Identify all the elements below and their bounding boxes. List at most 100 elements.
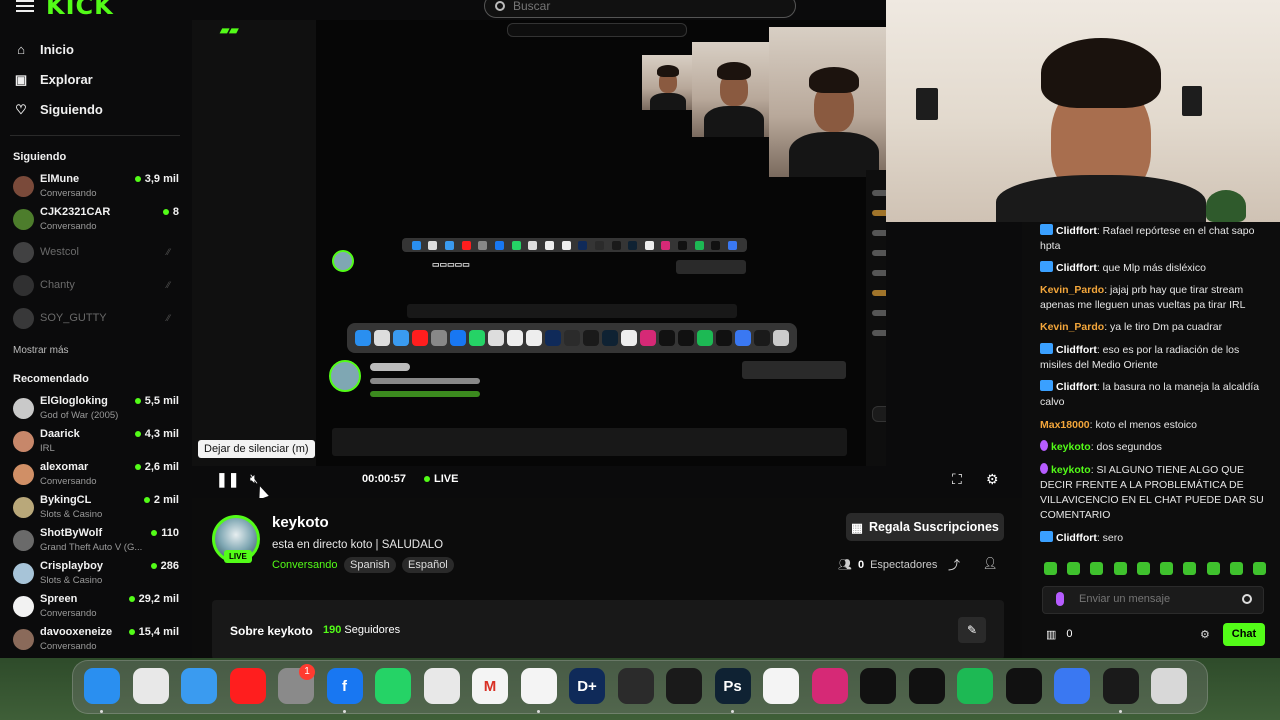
gift-subscriptions-button[interactable]: ▦ Regala Suscripciones: [846, 513, 1004, 541]
following-channel-offline[interactable]: SOY_GUTTY ⁄⁄: [13, 305, 181, 335]
mic-badge-icon: [1040, 440, 1048, 451]
chat-user[interactable]: Clidffort: [1056, 381, 1097, 393]
avatar: [13, 176, 34, 197]
tag-spanish[interactable]: Spanish: [344, 557, 396, 573]
emote-icon[interactable]: [1067, 562, 1081, 575]
emote-icon[interactable]: [1160, 562, 1174, 575]
chatgpt-icon[interactable]: [908, 668, 945, 704]
trash-icon[interactable]: [1151, 668, 1187, 704]
kick-logo[interactable]: KICK: [46, 0, 114, 20]
recommended-channel[interactable]: alexomar Conversando 2,6 mil: [13, 461, 181, 491]
microphone-icon[interactable]: [1056, 592, 1064, 606]
chat-input-box[interactable]: [1042, 586, 1264, 614]
youtube-icon[interactable]: [229, 668, 266, 704]
chat-send-button[interactable]: Chat: [1223, 623, 1265, 646]
davinci-icon[interactable]: [617, 668, 654, 704]
channel-game: IRL: [40, 443, 55, 454]
unmute-button[interactable]: 🔇︎: [250, 470, 258, 488]
photoshop-icon[interactable]: Ps: [714, 668, 751, 704]
chat-user[interactable]: keykoto: [1051, 441, 1091, 453]
roblox-icon[interactable]: [1054, 668, 1090, 704]
following-channel-offline[interactable]: Westcol ⁄⁄: [13, 239, 181, 269]
viewer-count-text: 286: [160, 560, 179, 572]
safari-icon[interactable]: [181, 668, 217, 704]
stream-category[interactable]: Conversando: [272, 559, 337, 571]
chat-user[interactable]: Kevin_Pardo: [1040, 321, 1104, 333]
fullscreen-button[interactable]: ⛶: [952, 470, 962, 488]
chat-user[interactable]: Max18000: [1040, 419, 1090, 431]
tiktok-icon[interactable]: [1005, 668, 1042, 704]
whatsapp-icon[interactable]: [375, 668, 411, 704]
share-button[interactable]: ⤴: [946, 556, 962, 572]
obs-recording-icon[interactable]: [1102, 668, 1139, 704]
chat-user[interactable]: Clidffort: [1056, 225, 1097, 237]
follow-button[interactable]: 👤︎: [982, 556, 998, 572]
chat-message-input[interactable]: [1079, 593, 1239, 605]
capcut-icon[interactable]: [763, 668, 799, 704]
photos-icon[interactable]: [520, 668, 557, 704]
pause-icon: ❚❚: [216, 470, 240, 487]
video-nested-cam-1: [642, 55, 692, 110]
obs-icon[interactable]: [666, 668, 702, 704]
show-more-link[interactable]: Mostrar más: [13, 345, 69, 356]
following-channel[interactable]: ElMune Conversando 3,9 mil: [13, 173, 181, 203]
emote-icon[interactable]: [1090, 562, 1104, 575]
search-input[interactable]: [513, 0, 773, 13]
gmail-icon[interactable]: M: [472, 668, 508, 704]
emote-icon[interactable]: [1206, 562, 1220, 575]
following-channel[interactable]: CJK2321CAR Conversando 8: [13, 206, 181, 236]
chat-user[interactable]: Clidffort: [1056, 262, 1097, 274]
pause-button[interactable]: ❚❚: [216, 470, 239, 488]
following-channel-offline[interactable]: Chanty ⁄⁄: [13, 272, 181, 302]
viewer-count: 3,9 mil: [134, 173, 179, 185]
recommended-channel[interactable]: Spreen Conversando 29,2 mil: [13, 593, 181, 623]
chat-user[interactable]: Clidffort: [1056, 532, 1097, 544]
recommended-channel[interactable]: davooxeneize Conversando 15,4 mil: [13, 626, 181, 656]
camera-icon[interactable]: [860, 668, 896, 704]
emoji-icon[interactable]: [1242, 594, 1252, 604]
emote-icon[interactable]: [1113, 562, 1127, 575]
chat-settings-button[interactable]: ⚙: [1200, 628, 1210, 641]
facebook-icon[interactable]: f: [326, 668, 363, 704]
recommended-channel[interactable]: Daarick IRL 4,3 mil: [13, 428, 181, 458]
menu-icon[interactable]: [16, 0, 34, 12]
followers-label: Seguidores: [344, 624, 401, 636]
emote-icon[interactable]: [1044, 562, 1057, 575]
chat-user[interactable]: keykoto: [1051, 464, 1091, 476]
emote-icon[interactable]: [1183, 562, 1197, 575]
chat-points[interactable]: ▥ 0: [1046, 628, 1073, 641]
gift-icon: ▦: [851, 520, 863, 535]
bot-badge-icon: [1040, 261, 1053, 272]
emote-icon[interactable]: [1136, 562, 1150, 575]
chrome-icon[interactable]: [423, 668, 460, 704]
video-frame: ▰▰ ▭▭▭▭▭: [192, 20, 886, 466]
recommended-channel[interactable]: ShotByWolf Grand Theft Auto V (G... 110: [13, 527, 181, 557]
recommended-channel[interactable]: BykingCL Slots & Casino 2 mil: [13, 494, 181, 524]
edit-about-button[interactable]: ✎: [958, 617, 986, 643]
streamer-name[interactable]: keykoto: [272, 514, 329, 531]
recommended-channel[interactable]: ElGlogloking God of War (2005) 5,5 mil: [13, 395, 181, 425]
nav-inicio[interactable]: ⌂ Inicio: [14, 42, 74, 57]
disneyplus-icon[interactable]: D+: [569, 668, 605, 704]
bot-badge-icon: [1040, 531, 1053, 542]
offline-icon: ⁄⁄: [167, 313, 171, 323]
chat-user[interactable]: Clidffort: [1056, 344, 1097, 356]
avatar: [13, 629, 34, 650]
viewer-count: 29,2 mil: [128, 593, 179, 605]
player-settings-button[interactable]: ⚙: [986, 470, 999, 488]
video-player[interactable]: ▰▰ ▭▭▭▭▭: [192, 20, 886, 466]
recommended-channel[interactable]: Crisplayboy Slots & Casino 286: [13, 560, 181, 590]
nav-siguiendo[interactable]: ♡ Siguiendo: [14, 102, 103, 117]
finder-icon[interactable]: [84, 668, 120, 704]
emote-icon[interactable]: [1229, 562, 1243, 575]
launchpad-icon[interactable]: [132, 668, 169, 704]
instagram-icon[interactable]: [811, 668, 848, 704]
emote-icon[interactable]: [1252, 562, 1266, 575]
spotify-icon[interactable]: [957, 668, 993, 704]
tag-espanol[interactable]: Español: [402, 557, 454, 573]
avatar: [13, 530, 34, 551]
chat-user[interactable]: Kevin_Pardo: [1040, 284, 1104, 296]
search-bar[interactable]: [484, 0, 796, 18]
player-controls: [192, 458, 886, 498]
nav-explorar[interactable]: ▣ Explorar: [14, 72, 93, 87]
